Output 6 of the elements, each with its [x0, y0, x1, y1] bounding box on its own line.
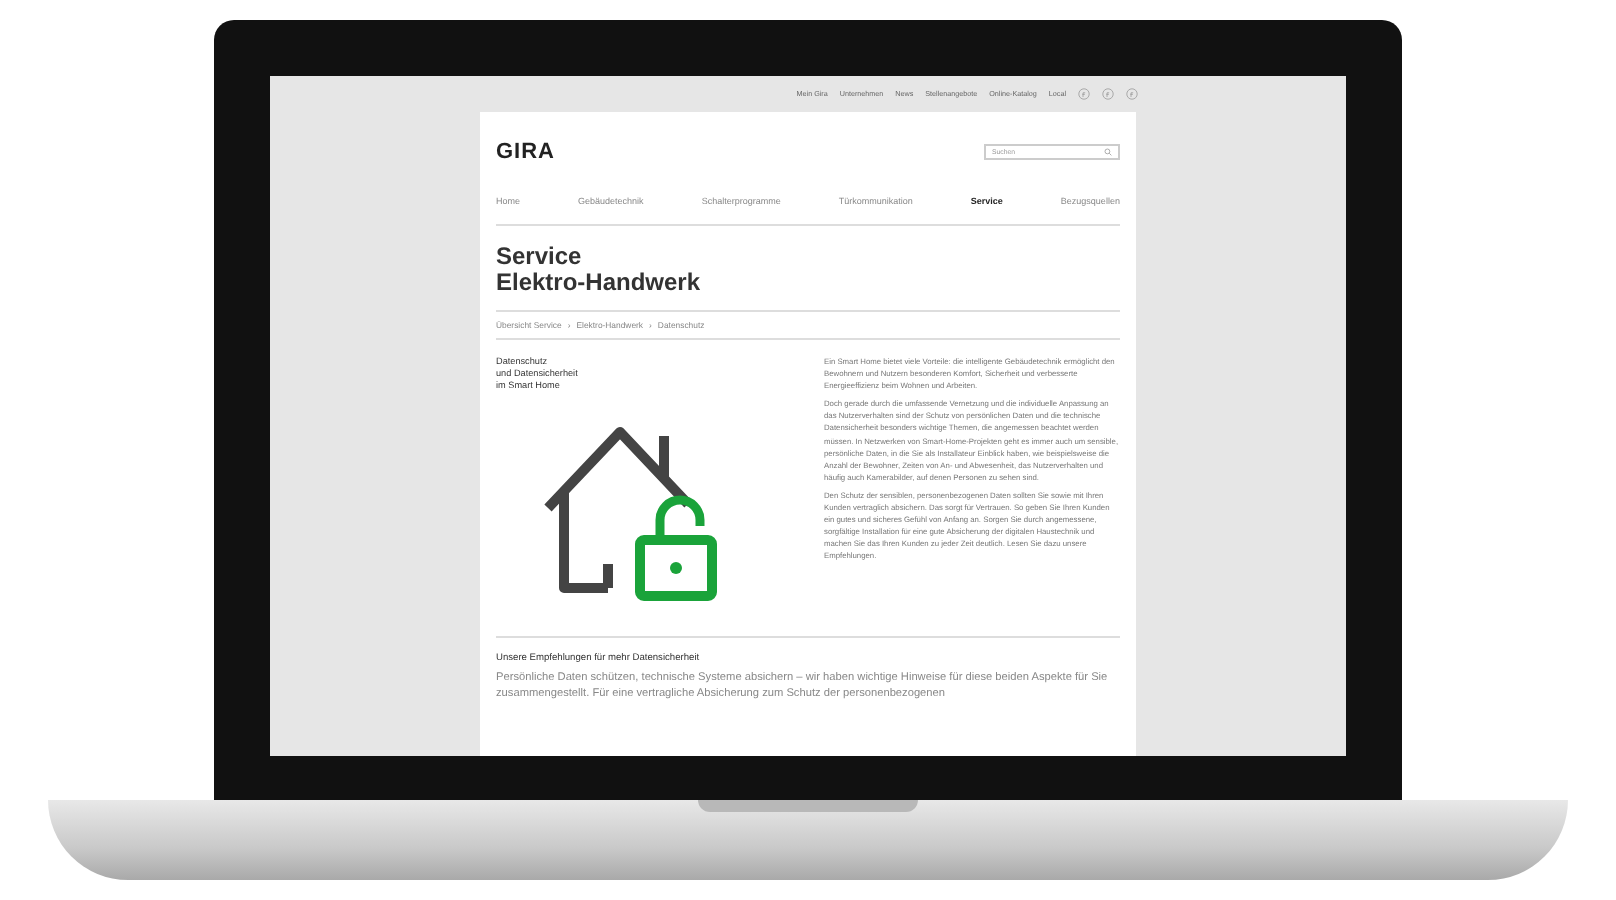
social-icon[interactable]: [1102, 88, 1114, 100]
page-heading: Service Elektro-Handwerk: [496, 240, 703, 300]
logo[interactable]: GIRA: [496, 140, 555, 164]
social-icon[interactable]: [1126, 88, 1138, 100]
social-icon[interactable]: [1078, 88, 1090, 100]
search-icon: [1104, 148, 1112, 156]
